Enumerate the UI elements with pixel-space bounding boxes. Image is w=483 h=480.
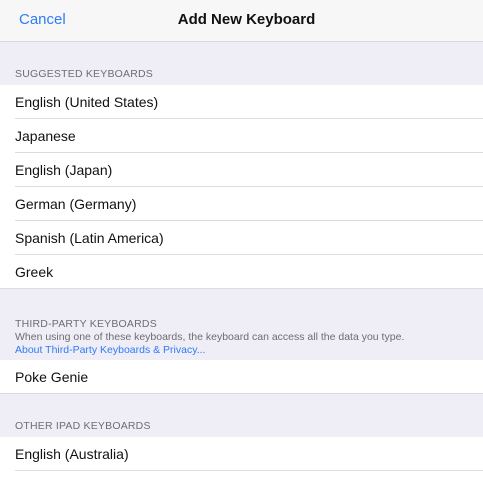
keyboard-row-spanish-latin-america[interactable]: Spanish (Latin America) [0, 221, 483, 255]
keyboard-row-greek[interactable]: Greek [0, 255, 483, 289]
keyboard-label: Spanish (Latin America) [15, 230, 164, 246]
third-party-privacy-link[interactable]: About Third-Party Keyboards & Privacy... [15, 344, 483, 357]
section-title-other-ipad: OTHER IPAD KEYBOARDS [15, 420, 151, 432]
keyboard-label: English (Japan) [15, 162, 113, 178]
section-title-suggested: SUGGESTED KEYBOARDS [15, 68, 153, 80]
page-title: Add New Keyboard [177, 11, 316, 28]
section-header-third-party: THIRD-PARTY KEYBOARDS When using one of … [0, 289, 483, 360]
third-party-note: When using one of these keyboards, the k… [15, 331, 405, 343]
keyboard-label: Greek [15, 264, 54, 280]
keyboard-label: German (Germany) [15, 196, 137, 212]
keyboard-row-english-japan[interactable]: English (Japan) [0, 153, 483, 187]
keyboard-label: Poke Genie [15, 369, 89, 385]
navigation-bar: Cancel Add New Keyboard [0, 0, 483, 42]
keyboard-label: Japanese [15, 128, 76, 144]
keyboard-row-poke-genie[interactable]: Poke Genie [0, 360, 483, 394]
keyboard-row-japanese[interactable]: Japanese [0, 119, 483, 153]
keyboard-row-german-germany[interactable]: German (Germany) [0, 187, 483, 221]
section-title-third-party: THIRD-PARTY KEYBOARDS [15, 318, 157, 330]
keyboard-row-english-australia[interactable]: English (Australia) [0, 437, 483, 471]
section-header-suggested: SUGGESTED KEYBOARDS [0, 42, 483, 85]
keyboard-label: English (Australia) [15, 446, 129, 462]
keyboard-row-english-united-states[interactable]: English (United States) [0, 85, 483, 119]
keyboard-label: English (United States) [15, 94, 159, 110]
section-header-other-ipad: OTHER IPAD KEYBOARDS [0, 394, 483, 437]
row-separator [15, 470, 483, 471]
